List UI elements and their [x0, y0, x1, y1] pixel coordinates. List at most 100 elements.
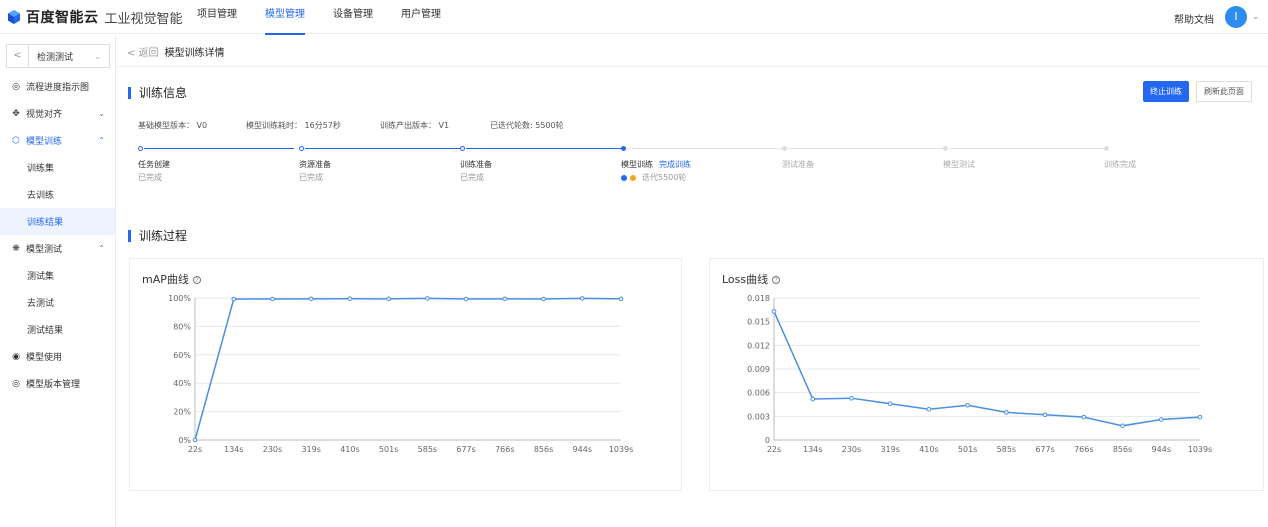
- avatar[interactable]: I: [1225, 6, 1247, 28]
- nav-user[interactable]: 用户管理: [401, 0, 441, 34]
- sidebar-item-label: 流程进度指示图: [26, 83, 90, 93]
- sidebar-item-label: 测试结果: [27, 326, 64, 336]
- status-dot-blue: [621, 174, 627, 181]
- loss-chart-card: Loss曲线? 0 0.003 0.006 0.009 0.012 0.015 0.018 2…: [709, 258, 1264, 491]
- x-tick-label: 134s: [803, 445, 822, 454]
- x-tick-label: 766s: [495, 445, 514, 454]
- x-tick-label: 319s: [301, 445, 320, 454]
- sidebar-item-train-set[interactable]: 训练集: [0, 154, 115, 181]
- data-point: [1197, 414, 1203, 420]
- section-marker: [128, 86, 131, 99]
- chevron-up-icon: ⌃: [98, 244, 105, 253]
- step-name: 训练完成: [1104, 160, 1136, 169]
- x-tick-label: 22s: [767, 445, 781, 454]
- data-point: [849, 395, 854, 401]
- sidebar-item-train[interactable]: ⬡ 模型训练 ⌃: [0, 127, 115, 154]
- step-connector: [466, 148, 621, 149]
- use-icon: ◉: [12, 351, 20, 362]
- sidebar-item-label: 模型使用: [26, 353, 63, 363]
- step-dot: [1104, 146, 1109, 151]
- sidebar-item-go-test[interactable]: 去测试: [0, 289, 115, 316]
- data-point: [270, 296, 275, 302]
- sidebar: < 检测测试 ⌄ ◎ 流程进度指示图 ✥ 视觉对齐 ⌄ ⬡ 模型训练 ⌃ 训练集…: [0, 35, 116, 527]
- section-training-process: 训练过程: [128, 227, 187, 244]
- sidebar-item-train-result[interactable]: 训练结果: [0, 208, 115, 235]
- nav-device[interactable]: 设备管理: [333, 0, 373, 34]
- step-state: 已完成: [299, 173, 323, 182]
- step-name: 训练准备: [460, 160, 492, 169]
- step-dot: [460, 146, 465, 151]
- map-chart: 0% 20% 40% 60% 80% 100% 22s 134s 230s 319s 410s 501…: [168, 294, 633, 454]
- divider: [117, 66, 1268, 67]
- training-duration: 模型训练耗时： 16分57秒: [246, 121, 341, 130]
- base-version: 基础模型版本： V0: [138, 121, 208, 130]
- x-tick-label: 319s: [880, 445, 899, 454]
- x-tick-label: 677s: [456, 445, 475, 454]
- brand-name: 百度智能云: [26, 10, 99, 26]
- x-tick-label: 766s: [1074, 445, 1093, 454]
- back-link[interactable]: < 返回: [127, 44, 159, 59]
- step-name: 任务创建: [138, 160, 170, 169]
- help-docs-link[interactable]: 帮助文档: [1174, 11, 1214, 26]
- chevron-up-icon: ⌃: [98, 136, 105, 145]
- map-chart-card: mAP曲线? 0% 20% 40% 60% 80% 100% 22s 134s 230s 319s…: [129, 258, 682, 491]
- step-connector: [949, 148, 1104, 149]
- stop-training-button[interactable]: 终止训练: [1143, 81, 1189, 102]
- nav-project[interactable]: 项目管理: [197, 0, 237, 34]
- step-name-text: 模型训练: [621, 160, 653, 169]
- step-name: 测试准备: [782, 160, 814, 169]
- sidebar-item-flow[interactable]: ◎ 流程进度指示图: [0, 73, 115, 100]
- y-tick-label: 0.018: [747, 294, 770, 303]
- y-tick-label: 40%: [173, 379, 191, 388]
- x-tick-label: 677s: [1035, 445, 1054, 454]
- data-point: [347, 296, 353, 302]
- sidebar-item-use[interactable]: ◉ 模型使用: [0, 343, 115, 370]
- data-point: [463, 296, 469, 302]
- step-state: 已完成: [460, 173, 484, 182]
- section-title-text: 训练过程: [139, 229, 188, 243]
- x-tick-label: 856s: [1113, 445, 1132, 454]
- x-tick-label: 501s: [379, 445, 398, 454]
- sidebar-item-go-train[interactable]: 去训练: [0, 181, 115, 208]
- sidebar-menu: ◎ 流程进度指示图 ✥ 视觉对齐 ⌄ ⬡ 模型训练 ⌃ 训练集 去训练 训练结果…: [0, 73, 115, 397]
- data-point: [1042, 412, 1048, 418]
- data-point: [541, 296, 546, 302]
- x-tick-label: 22s: [188, 445, 202, 454]
- y-tick-label: 0.015: [747, 318, 770, 327]
- chevron-down-icon[interactable]: ⌄: [1252, 12, 1260, 22]
- refresh-page-button[interactable]: 刷新此页面: [1196, 81, 1252, 102]
- x-tick-label: 134s: [224, 445, 243, 454]
- data-point: [502, 296, 508, 302]
- data-point: [425, 296, 430, 301]
- data-point: [231, 296, 237, 302]
- sidebar-item-test-result[interactable]: 测试结果: [0, 316, 115, 343]
- top-nav: 项目管理 模型管理 设备管理 用户管理: [197, 0, 469, 35]
- y-tick-label: 60%: [173, 351, 191, 360]
- data-point: [887, 401, 893, 407]
- back-arrow-icon[interactable]: <: [7, 45, 29, 67]
- sidebar-item-label: 训练集: [27, 164, 55, 174]
- data-point: [579, 296, 585, 301]
- y-tick-label: 0.009: [747, 365, 770, 374]
- nav-model[interactable]: 模型管理: [265, 0, 305, 35]
- sidebar-item-test-set[interactable]: 测试集: [0, 262, 115, 289]
- top-bar: 百度智能云 工业视觉智能 项目管理 模型管理 设备管理 用户管理 帮助文档 I …: [0, 0, 1268, 35]
- data-point: [1004, 410, 1009, 415]
- sidebar-item-label: 模型版本管理: [26, 380, 81, 390]
- sidebar-item-align[interactable]: ✥ 视觉对齐 ⌄: [0, 100, 115, 127]
- sidebar-item-test[interactable]: ❋ 模型测试 ⌃: [0, 235, 115, 262]
- step-dot: [943, 146, 948, 151]
- x-tick-label: 1039s: [1188, 445, 1213, 454]
- step-name: 模型测试: [943, 160, 975, 169]
- sidebar-item-label: 训练结果: [27, 218, 64, 228]
- workspace-selector[interactable]: < 检测测试 ⌄: [6, 44, 110, 68]
- section-training-info: 训练信息: [128, 84, 187, 101]
- logo[interactable]: 百度智能云 工业视觉智能: [6, 8, 183, 27]
- sidebar-item-version[interactable]: ◎ 模型版本管理: [0, 370, 115, 397]
- y-tick-label: 0.003: [747, 412, 770, 421]
- version-icon: ◎: [12, 378, 20, 389]
- progress-steps: 任务创建 已完成 资源准备 已完成 训练准备 已完成 模型训练 完成训练 迭代55…: [138, 143, 1238, 193]
- x-tick-label: 944s: [573, 445, 592, 454]
- section-marker: [128, 229, 131, 242]
- workspace-name: 检测测试: [37, 52, 74, 63]
